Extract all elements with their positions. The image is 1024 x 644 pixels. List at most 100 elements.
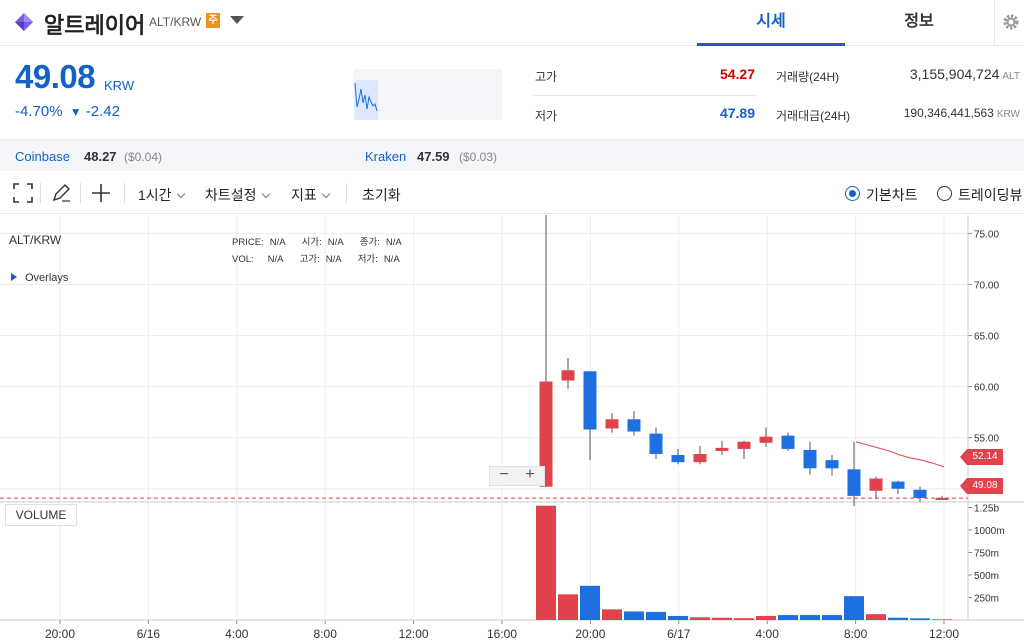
coin-pair: ALT/KRW (149, 15, 202, 29)
exchange-name-coinbase[interactable]: Coinbase (15, 149, 70, 164)
x-tick-label: 20:00 (45, 627, 75, 641)
candle-body (737, 441, 751, 449)
legend-key: 고가: (299, 254, 320, 265)
y-tick-label: 75.00 (974, 229, 999, 240)
zoom-in-button[interactable]: + (520, 466, 540, 484)
chart-pair-label: ALT/KRW (9, 233, 62, 247)
x-tick-label: 6/16 (137, 627, 161, 641)
chevron-down-icon (321, 189, 331, 199)
crosshair-icon[interactable] (90, 182, 112, 204)
altlayer-logo-icon (15, 13, 33, 31)
candle-body (869, 478, 883, 491)
tradingview-radio[interactable] (937, 186, 952, 201)
reset-button[interactable]: 초기화 (362, 185, 401, 205)
trade-value-24h: 190,346,441,563 KRW (860, 106, 1020, 120)
volume-tick-label: 1.25b (974, 504, 999, 515)
volume-bar (910, 618, 930, 620)
chevron-down-icon (176, 189, 185, 199)
change-down-arrow-icon: ▼ (69, 105, 82, 119)
legend-value: N/A (325, 254, 342, 265)
overlays-toggle[interactable]: Overlays (11, 272, 68, 284)
interval-dropdown[interactable]: 1시간 (138, 185, 185, 205)
y-tick-label: 55.00 (974, 434, 999, 445)
x-tick-label: 6/17 (667, 627, 691, 641)
coin-name: 알트레이어 (44, 13, 146, 38)
legend-value: N/A (267, 254, 283, 265)
coin-header: 알트레이어 ALT/KRW 주 시세 정보 (0, 0, 1024, 46)
basic-chart-label[interactable]: 기본차트 (866, 185, 918, 205)
legend-value: N/A (269, 237, 285, 248)
candle-body (627, 419, 641, 432)
volume-bar (624, 611, 644, 620)
legend-value: N/A (385, 237, 402, 248)
volume-label: 거래량(24H) (776, 70, 840, 84)
basic-chart-radio[interactable] (845, 186, 860, 201)
indicators-label: 지표 (291, 187, 317, 203)
divider (80, 183, 81, 203)
zoom-controls: − + (489, 466, 545, 486)
ohlc-legend-row-1: PRICE: N/A 시가: N/A 종가: N/A (232, 234, 402, 248)
zoom-out-button[interactable]: − (494, 466, 514, 484)
exchange-price-kraken: 47.59 (417, 149, 450, 164)
volume-bar (778, 615, 798, 620)
volume-bar (690, 617, 710, 620)
legend-value: N/A (383, 254, 400, 265)
volume-bar (602, 609, 622, 620)
divider (533, 95, 757, 96)
volume-bar (822, 615, 842, 620)
low-label: 저가 (535, 109, 558, 123)
price-currency: KRW (104, 78, 135, 93)
coin-select-dropdown-icon[interactable] (230, 16, 244, 24)
settings-button[interactable] (994, 0, 1024, 46)
volume-bar (536, 505, 556, 620)
candle-body (605, 419, 619, 429)
y-tick-label: 70.00 (974, 280, 999, 291)
y-tick-label: 65.00 (974, 332, 999, 343)
volume-value: 3,155,904,724 (909, 66, 1000, 82)
overlays-label: Overlays (25, 272, 69, 284)
candle-body (561, 370, 575, 381)
divider (40, 183, 41, 203)
tab-quote[interactable]: 시세 (697, 0, 845, 46)
price-chart[interactable]: 20:00 6/16 4:00 8:00 12:00 16:00 20:00 6/17 4:00… (0, 215, 1024, 644)
x-tick-label: 4:00 (756, 627, 780, 641)
tab-info[interactable]: 정보 (845, 0, 993, 46)
fullscreen-icon[interactable] (12, 182, 34, 204)
exchange-price-coinbase: 48.27 (84, 149, 117, 164)
last-price-label: 49.08 (960, 478, 1003, 494)
volume-24h: 3,155,904,724 ALT (860, 66, 1020, 82)
divider (124, 183, 125, 203)
legend-key: VOL: (232, 254, 254, 265)
candle-body (803, 449, 817, 469)
high-label: 고가 (535, 70, 558, 84)
x-tick-label: 8:00 (314, 627, 338, 641)
volume-unit: ALT (1002, 71, 1020, 82)
volume-tick-label: 250m (974, 594, 999, 605)
x-tick-label: 12:00 (929, 627, 959, 641)
indicators-dropdown[interactable]: 지표 (291, 185, 331, 205)
volume-panel-label: VOLUME (5, 504, 77, 526)
candlestick-chart-svg[interactable]: 20:00 6/16 4:00 8:00 12:00 16:00 20:00 6/17 4:00… (0, 215, 1024, 644)
volume-bar (712, 617, 732, 620)
x-tick-label: 16:00 (487, 627, 517, 641)
divider (346, 183, 347, 203)
ma-price-label: 52.14 (960, 449, 1003, 465)
volume-bar (800, 615, 820, 620)
low-value: 47.89 (719, 105, 755, 121)
chart-settings-dropdown[interactable]: 차트설정 (205, 185, 270, 205)
exchange-name-kraken[interactable]: Kraken (365, 149, 406, 164)
volume-tick-label: 500m (974, 571, 999, 582)
volume-bar (558, 594, 578, 620)
chevron-down-icon (261, 189, 270, 199)
draw-pencil-icon[interactable] (50, 182, 72, 204)
trade-value: 190,346,441,563 (903, 106, 994, 120)
candle-body (583, 371, 597, 430)
exchange-diff-coinbase: ($0.04) (124, 150, 163, 164)
tradingview-label[interactable]: 트레이딩뷰 (958, 185, 1022, 205)
volume-bar (580, 585, 600, 620)
candle-body (913, 489, 927, 498)
legend-key: 종가: (359, 237, 380, 248)
candle-body (693, 454, 707, 463)
price-change: -4.70% ▼ -2.42 (15, 103, 120, 120)
volume-bar (844, 596, 864, 620)
